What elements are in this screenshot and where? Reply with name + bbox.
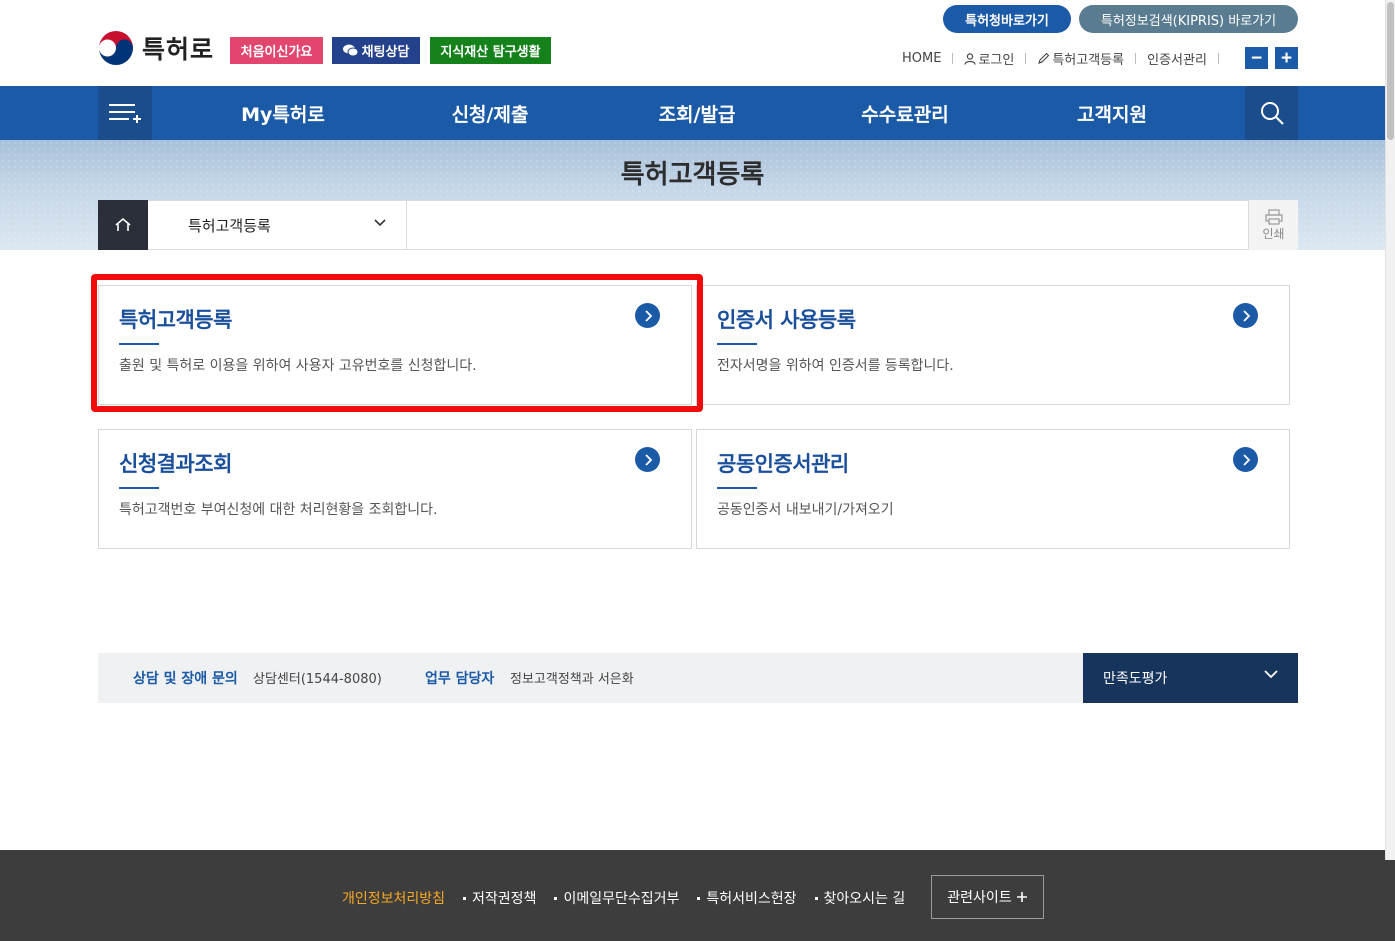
site-logo[interactable]: 특허로 — [98, 30, 214, 66]
contact-label: 상담 및 장애 문의 — [133, 671, 238, 687]
footer-link-email-refusal[interactable]: 이메일무단수집거부 — [554, 888, 679, 908]
search-button[interactable] — [1245, 86, 1298, 140]
login-label: 로그인 — [978, 53, 1015, 68]
contact-info-bar: 상담 및 장애 문의 상담센터(1544-8080) 업무 담당자 정보고객정책… — [98, 653, 1298, 703]
card-cert-registration[interactable]: 인증서 사용등록 전자서명을 위하여 인증서를 등록합니다. — [696, 285, 1290, 405]
chat-bubble-icon — [342, 44, 358, 57]
chevron-right-icon[interactable] — [635, 447, 660, 472]
chevron-right-icon[interactable] — [1233, 303, 1258, 328]
nav-fees[interactable]: 수수료관리 — [840, 86, 970, 140]
utility-nav: HOME 로그인 특허고객등록 인증서관리 — [902, 49, 1230, 68]
related-sites-button[interactable]: 관련사이트 — [931, 875, 1044, 919]
nav-my-patentro[interactable]: My특허로 — [218, 86, 348, 140]
print-label: 인쇄 — [1262, 226, 1285, 241]
zoom-in-button[interactable]: + — [1275, 47, 1298, 69]
home-link[interactable]: HOME — [902, 51, 941, 66]
footer-link-label: 찾아오시는 길 — [823, 891, 906, 907]
menu-plus-icon — [109, 104, 141, 123]
cert-manage-link[interactable]: 인증서관리 — [1147, 49, 1207, 68]
divider — [1135, 53, 1137, 64]
footer-link-privacy[interactable]: 개인정보처리방침 — [342, 888, 445, 908]
card-title: 신청결과조회 — [119, 452, 232, 476]
search-icon — [1260, 102, 1284, 125]
location-bar: 특허고객등록 인쇄 — [98, 200, 1298, 250]
location-select[interactable]: 특허고객등록 — [148, 201, 407, 249]
satisfaction-survey-button[interactable]: 만족도평가 — [1083, 653, 1298, 703]
footer-link-copyright[interactable]: 저작권정책 — [463, 888, 536, 908]
zoom-out-button[interactable]: − — [1245, 47, 1268, 69]
bullet — [814, 896, 818, 900]
footer-link-label: 특허서비스헌장 — [706, 891, 797, 907]
card-result-inquiry[interactable]: 신청결과조회 특허고객번호 부여신청에 대한 처리현황을 조회합니다. — [98, 429, 692, 549]
site-header: 특허로 처음이신가요 채팅상담 지식재산 탐구생활 특허청바로가기 특허정보검색… — [0, 0, 1385, 86]
chevron-right-icon[interactable] — [1233, 447, 1258, 472]
footer-link-charter[interactable]: 특허서비스헌장 — [697, 888, 797, 908]
user-icon — [964, 52, 977, 65]
main-nav: My특허로 신청/제출 조회/발급 수수료관리 고객지원 — [0, 86, 1385, 140]
card-desc: 전자서명을 위하여 인증서를 등록합니다. — [717, 358, 954, 374]
nav-support[interactable]: 고객지원 — [1047, 86, 1177, 140]
login-link[interactable]: 로그인 — [964, 49, 1014, 68]
card-customer-registration[interactable]: 특허고객등록 출원 및 특허로 이용을 위하여 사용자 고유번호를 신청합니다. — [98, 285, 692, 405]
card-title: 특허고객등록 — [119, 308, 232, 332]
card-joint-cert-management[interactable]: 공동인증서관리 공동인증서 내보내기/가져오기 — [696, 429, 1290, 549]
ip-life-button[interactable]: 지식재산 탐구생활 — [430, 37, 551, 64]
bullet — [463, 896, 467, 900]
card-desc: 출원 및 특허로 이용을 위하여 사용자 고유번호를 신청합니다. — [119, 358, 477, 374]
divider — [952, 53, 954, 64]
chevron-right-icon[interactable] — [635, 303, 660, 328]
pencil-icon — [1038, 52, 1050, 64]
all-menu-button[interactable] — [98, 86, 152, 140]
chat-consult-button[interactable]: 채팅상담 — [332, 37, 420, 64]
first-time-button[interactable]: 처음이신가요 — [230, 37, 323, 64]
chevron-down-icon — [374, 219, 386, 227]
manager-label: 업무 담당자 — [425, 671, 495, 687]
bullet — [554, 896, 558, 900]
nav-application[interactable]: 신청/제출 — [425, 86, 555, 140]
kipris-link-button[interactable]: 특허정보검색(KIPRIS) 바로가기 — [1079, 5, 1298, 33]
page-title: 특허고객등록 — [620, 160, 765, 190]
location-select-value: 특허고객등록 — [188, 216, 271, 235]
site-footer: 개인정보처리방침 저작권정책 이메일무단수집거부 특허서비스헌장 찾아오시는 길… — [0, 850, 1395, 941]
kipo-link-button[interactable]: 특허청바로가기 — [943, 5, 1071, 33]
bullet — [697, 896, 701, 900]
scrollbar-thumb[interactable] — [1387, 2, 1394, 140]
location-home-button[interactable] — [98, 200, 148, 250]
divider — [1217, 53, 1219, 64]
chat-consult-label: 채팅상담 — [361, 45, 410, 60]
divider — [1025, 53, 1027, 64]
card-desc: 특허고객번호 부여신청에 대한 처리현황을 조회합니다. — [119, 502, 438, 518]
footer-links: 개인정보처리방침 저작권정책 이메일무단수집거부 특허서비스헌장 찾아오시는 길 — [342, 888, 923, 908]
footer-link-label: 저작권정책 — [472, 891, 537, 907]
nav-inquiry[interactable]: 조회/발급 — [632, 86, 762, 140]
contact-value: 상담센터(1544-8080) — [253, 672, 382, 687]
card-underline — [717, 487, 757, 489]
card-underline — [119, 487, 159, 489]
chevron-down-icon — [1264, 670, 1278, 679]
page-scrollbar[interactable] — [1385, 0, 1395, 860]
print-button[interactable]: 인쇄 — [1248, 200, 1298, 250]
printer-icon — [1264, 208, 1283, 225]
card-title: 공동인증서관리 — [717, 452, 849, 476]
card-title: 인증서 사용등록 — [717, 308, 856, 332]
plus-icon — [1016, 892, 1027, 902]
satisfaction-label: 만족도평가 — [1103, 671, 1168, 687]
manager-value: 정보고객정책과 서은화 — [510, 672, 634, 687]
footer-link-label: 이메일무단수집거부 — [563, 891, 680, 907]
register-link[interactable]: 특허고객등록 — [1037, 49, 1124, 68]
card-underline — [717, 343, 757, 345]
footer-link-directions[interactable]: 찾아오시는 길 — [814, 888, 906, 908]
logo-text: 특허로 — [142, 35, 215, 64]
related-sites-label: 관련사이트 — [947, 890, 1012, 906]
home-icon — [115, 217, 131, 231]
card-underline — [119, 343, 159, 345]
taegeuk-emblem-icon — [98, 30, 134, 66]
register-label: 특허고객등록 — [1052, 53, 1125, 68]
card-desc: 공동인증서 내보내기/가져오기 — [717, 502, 894, 518]
